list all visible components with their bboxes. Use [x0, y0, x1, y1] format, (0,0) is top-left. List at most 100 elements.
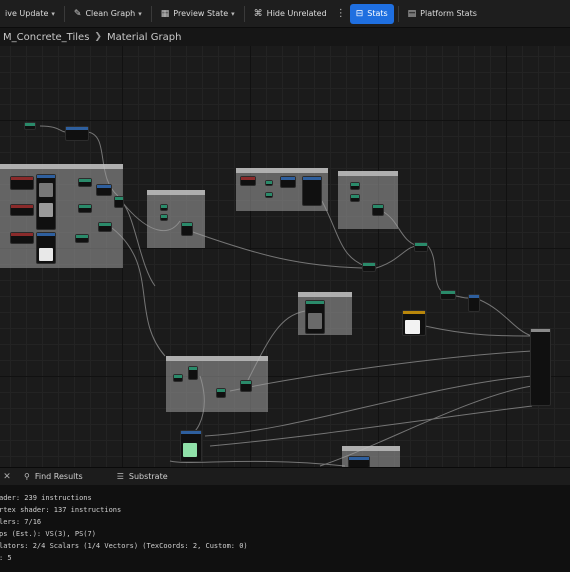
broom-icon: ✎	[73, 8, 82, 19]
graph-node[interactable]	[173, 374, 183, 382]
texture-thumbnail	[39, 203, 53, 217]
texture-thumbnail	[308, 313, 322, 329]
graph-node[interactable]	[181, 222, 193, 236]
toolbar-separator	[150, 5, 152, 22]
tab-substrate[interactable]: ☰ Substrate	[117, 472, 168, 481]
toolbar-separator	[63, 5, 65, 22]
tab-substrate-label: Substrate	[128, 472, 168, 481]
graph-node[interactable]	[240, 380, 252, 392]
comment-box[interactable]	[166, 356, 268, 412]
graph-node[interactable]	[280, 176, 296, 188]
texture-sample-node[interactable]	[305, 300, 325, 334]
breadcrumb-graph[interactable]: Material Graph	[107, 32, 181, 43]
texture-thumbnail	[39, 248, 53, 261]
wire	[427, 245, 446, 295]
platform-stats-icon: ▤	[407, 8, 417, 19]
chevron-down-icon: ▾	[231, 9, 235, 18]
clean-graph-label: Clean Graph	[85, 9, 136, 18]
wire	[39, 125, 67, 133]
texture-thumbnail	[405, 320, 420, 334]
stats-line: ps (Est.): VS(3), PS(7)	[0, 530, 96, 538]
graph-node[interactable]	[160, 214, 168, 221]
stats-label: Stats	[367, 9, 388, 18]
texture-sample-node[interactable]	[36, 174, 56, 230]
more-options-icon[interactable]: ⋮	[332, 8, 350, 19]
stats-icon: ⊟	[355, 8, 364, 19]
graph-node[interactable]	[216, 388, 226, 398]
comment-box[interactable]	[147, 190, 205, 248]
graph-node[interactable]	[440, 290, 456, 300]
breadcrumb-asset[interactable]: M_Concrete_Tiles	[3, 32, 89, 43]
graph-node[interactable]	[372, 204, 384, 216]
stats-line: lers: 7/16	[0, 518, 42, 526]
toolbar: ive Update ▾ ✎ Clean Graph ▾ ▦ Preview S…	[0, 0, 570, 28]
chevron-right-icon: ❯	[94, 32, 102, 42]
close-icon[interactable]: ✕	[0, 472, 14, 482]
graph-node[interactable]	[302, 176, 322, 206]
hide-unrelated-icon: ⌘	[253, 8, 263, 19]
search-icon: ⚲	[24, 472, 30, 481]
clean-graph-button[interactable]: ✎ Clean Graph ▾	[69, 4, 147, 24]
material-graph-canvas[interactable]	[0, 46, 570, 467]
hide-unrelated-button[interactable]: ⌘ Hide Unrelated	[249, 4, 332, 24]
texture-sample-node[interactable]	[180, 430, 202, 462]
graph-node[interactable]	[96, 184, 112, 196]
graph-node[interactable]	[265, 192, 273, 198]
stats-panel: ader: 239 instructions rtex shader: 137 …	[0, 485, 570, 572]
graph-node[interactable]	[114, 196, 124, 208]
graph-node[interactable]	[350, 194, 360, 202]
graph-node[interactable]	[24, 122, 36, 130]
graph-node[interactable]	[414, 242, 428, 252]
bottom-panel-tabs: ✕ ⚲ Find Results ☰ Substrate	[0, 467, 570, 485]
wire	[189, 230, 363, 269]
live-update-button[interactable]: ive Update ▾	[0, 4, 60, 24]
platform-stats-label: Platform Stats	[420, 9, 477, 18]
graph-node[interactable]	[98, 222, 112, 232]
graph-node[interactable]	[350, 182, 360, 190]
texture-sample-node[interactable]	[10, 204, 34, 216]
preview-state-button[interactable]: ▦ Preview State ▾	[156, 4, 240, 24]
texture-sample-node[interactable]	[402, 310, 426, 336]
graph-node[interactable]	[78, 178, 92, 187]
toolbar-separator	[397, 5, 399, 22]
material-output-node[interactable]	[530, 328, 551, 406]
graph-node[interactable]	[468, 294, 480, 312]
chevron-down-icon: ▾	[51, 9, 55, 18]
graph-node[interactable]	[75, 234, 89, 243]
wire	[209, 405, 533, 447]
breadcrumb: M_Concrete_Tiles ❯ Material Graph	[0, 28, 570, 46]
toolbar-separator	[243, 5, 245, 22]
texture-thumbnail	[39, 183, 53, 197]
texture-thumbnail	[183, 443, 197, 457]
substrate-icon: ☰	[116, 472, 124, 481]
live-update-label: ive Update	[5, 9, 49, 18]
platform-stats-button[interactable]: ▤ Platform Stats	[403, 4, 482, 24]
chevron-down-icon: ▾	[138, 9, 142, 18]
graph-node[interactable]	[188, 366, 198, 380]
preview-state-label: Preview State	[173, 9, 229, 18]
graph-node[interactable]	[78, 204, 92, 213]
tab-find-results-label: Find Results	[34, 472, 83, 481]
graph-node[interactable]	[348, 456, 370, 467]
hide-unrelated-label: Hide Unrelated	[266, 9, 327, 18]
stats-line: lators: 2/4 Scalars (1/4 Vectors) (TexCo…	[0, 542, 248, 550]
texture-sample-node[interactable]	[10, 232, 34, 244]
stats-line: : 5	[0, 554, 12, 562]
wire	[375, 245, 419, 269]
stats-button[interactable]: ⊟ Stats	[349, 3, 394, 24]
comment-box[interactable]	[338, 171, 398, 229]
graph-node[interactable]	[160, 204, 168, 211]
wire	[424, 325, 533, 337]
graph-node[interactable]	[240, 176, 256, 186]
stats-line: rtex shader: 137 instructions	[0, 506, 122, 514]
graph-node[interactable]	[265, 180, 273, 186]
stats-line: ader: 239 instructions	[0, 494, 92, 502]
graph-node[interactable]	[65, 126, 89, 141]
wire	[479, 299, 533, 337]
wire	[229, 350, 533, 392]
texture-sample-node[interactable]	[36, 232, 56, 264]
tab-find-results[interactable]: ⚲ Find Results	[24, 472, 83, 481]
graph-node[interactable]	[362, 262, 376, 272]
texture-sample-node[interactable]	[10, 176, 34, 190]
preview-state-icon: ▦	[160, 8, 170, 19]
